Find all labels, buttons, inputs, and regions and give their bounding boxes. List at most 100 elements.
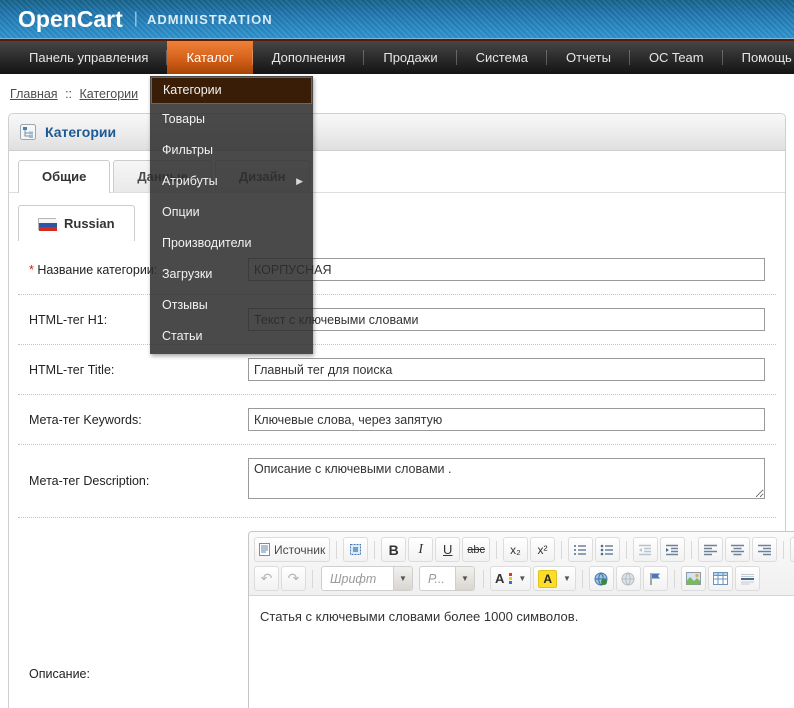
- align-left-button[interactable]: [698, 537, 723, 562]
- italic-button[interactable]: I: [408, 537, 433, 562]
- bg-color-arrow-icon: ▼: [563, 574, 571, 583]
- text-color-button[interactable]: A ▼: [490, 566, 531, 591]
- bold-button[interactable]: B: [381, 537, 406, 562]
- align-center-icon: [731, 544, 744, 556]
- keywords-input[interactable]: [248, 408, 765, 431]
- app-subtitle: ADMINISTRATION: [147, 12, 273, 27]
- menu-item-categories[interactable]: Категории: [151, 77, 312, 104]
- strikethrough-button[interactable]: abc: [462, 537, 490, 562]
- indent-icon: [665, 544, 679, 556]
- horizontal-rule-icon: [740, 572, 755, 585]
- special-char-button[interactable]: Ω: [790, 537, 794, 562]
- form-tabs: Общие Данные Дизайн: [9, 151, 785, 193]
- font-select-label: Шрифт: [322, 572, 393, 586]
- unlink-button[interactable]: [616, 566, 641, 591]
- font-select-arrow-icon: ▼: [393, 567, 412, 590]
- font-select[interactable]: Шрифт ▼: [321, 566, 413, 591]
- redo-button[interactable]: ↷: [281, 566, 306, 591]
- language-tab-russian[interactable]: Russian: [18, 205, 135, 241]
- menu-item-attributes-label: Атрибуты: [162, 174, 218, 188]
- nav-item-dashboard[interactable]: Панель управления: [10, 41, 167, 74]
- nav-item-reports[interactable]: Отчеты: [547, 41, 630, 74]
- align-right-icon: [758, 544, 771, 556]
- superscript-button[interactable]: x²: [530, 537, 555, 562]
- maximize-icon: [349, 543, 362, 556]
- size-select[interactable]: Р... ▼: [419, 566, 475, 591]
- editor-toolbar: Источник: [249, 532, 794, 596]
- numbered-list-icon: [573, 544, 587, 556]
- undo-icon: ↶: [261, 570, 273, 587]
- language-tab-label: Russian: [64, 216, 115, 231]
- nav-item-help[interactable]: Помощь: [723, 41, 794, 74]
- menu-item-reviews[interactable]: Отзывы: [150, 290, 313, 321]
- text-color-icon: A: [495, 571, 504, 586]
- nav-item-catalog[interactable]: Каталог: [167, 41, 252, 74]
- form-row-description-meta: Мета-тег Description: Описание с ключевы…: [18, 445, 776, 518]
- bold-icon: B: [389, 542, 399, 558]
- bullet-list-button[interactable]: [595, 537, 620, 562]
- size-select-arrow-icon: ▼: [455, 567, 474, 590]
- size-select-label: Р...: [420, 572, 455, 586]
- menu-item-attributes[interactable]: Атрибуты ▶: [150, 166, 313, 197]
- source-button[interactable]: Источник: [254, 537, 330, 562]
- panel-heading: Категории: [9, 114, 785, 151]
- form-row-keywords: Мета-тег Keywords:: [18, 395, 776, 445]
- menu-item-products[interactable]: Товары: [150, 104, 313, 135]
- underline-icon: U: [443, 542, 452, 557]
- subscript-button[interactable]: x₂: [503, 537, 528, 562]
- bg-color-icon: A: [538, 570, 557, 588]
- catalog-dropdown-menu: Категории Товары Фильтры Атрибуты ▶ Опци…: [150, 76, 313, 354]
- submenu-arrow-icon: ▶: [296, 166, 303, 197]
- logo-divider: |: [134, 10, 138, 28]
- link-button[interactable]: [589, 566, 614, 591]
- superscript-icon: x²: [537, 543, 547, 557]
- description-label: Описание:: [18, 667, 248, 681]
- menu-item-articles[interactable]: Статьи: [150, 321, 313, 352]
- form-row-h1: HTML-тег H1:: [18, 295, 776, 345]
- text-color-palette-icon: [509, 573, 512, 584]
- align-center-button[interactable]: [725, 537, 750, 562]
- nav-item-octeam[interactable]: OC Team: [630, 41, 723, 74]
- horizontal-rule-button[interactable]: [735, 566, 760, 591]
- numbered-list-button[interactable]: [568, 537, 593, 562]
- link-icon: [594, 572, 608, 586]
- title-label: HTML-тег Title:: [18, 363, 248, 377]
- source-icon: [259, 543, 270, 556]
- underline-button[interactable]: U: [435, 537, 460, 562]
- align-right-button[interactable]: [752, 537, 777, 562]
- menu-item-filters[interactable]: Фильтры: [150, 135, 313, 166]
- indent-button[interactable]: [660, 537, 685, 562]
- nav-item-extensions[interactable]: Дополнения: [253, 41, 365, 74]
- bg-color-button[interactable]: A ▼: [533, 566, 576, 591]
- app-header: OpenCart | ADMINISTRATION: [0, 0, 794, 39]
- source-button-label: Источник: [274, 543, 325, 557]
- russian-flag-icon: [38, 218, 56, 230]
- breadcrumb-current-link[interactable]: Категории: [80, 87, 139, 101]
- menu-item-manufacturers[interactable]: Производители: [150, 228, 313, 259]
- table-icon: [713, 572, 728, 585]
- menu-item-downloads[interactable]: Загрузки: [150, 259, 313, 290]
- table-button[interactable]: [708, 566, 733, 591]
- meta-description-label: Мета-тег Description:: [18, 474, 248, 488]
- category-name-input[interactable]: [248, 258, 765, 281]
- h1-input[interactable]: [248, 308, 765, 331]
- nav-item-system[interactable]: Система: [457, 41, 547, 74]
- meta-description-textarea[interactable]: Описание с ключевыми словами .: [248, 458, 765, 499]
- outdent-button[interactable]: [633, 537, 658, 562]
- italic-icon: I: [418, 542, 423, 558]
- editor-content-area[interactable]: Статья с ключевыми словами более 1000 си…: [249, 596, 794, 708]
- menu-item-options[interactable]: Опции: [150, 197, 313, 228]
- breadcrumb-home-link[interactable]: Главная: [10, 87, 58, 101]
- page-title: Категории: [45, 124, 116, 140]
- title-input[interactable]: [248, 358, 765, 381]
- categories-panel: Категории Общие Данные Дизайн Russian * …: [8, 113, 786, 708]
- category-tree-icon: [20, 124, 36, 140]
- image-icon: [686, 572, 701, 585]
- nav-item-sales[interactable]: Продажи: [364, 41, 456, 74]
- tab-general[interactable]: Общие: [18, 160, 110, 193]
- image-button[interactable]: [681, 566, 706, 591]
- maximize-button[interactable]: [343, 537, 368, 562]
- undo-button[interactable]: ↶: [254, 566, 279, 591]
- anchor-button[interactable]: [643, 566, 668, 591]
- redo-icon: ↷: [288, 570, 300, 587]
